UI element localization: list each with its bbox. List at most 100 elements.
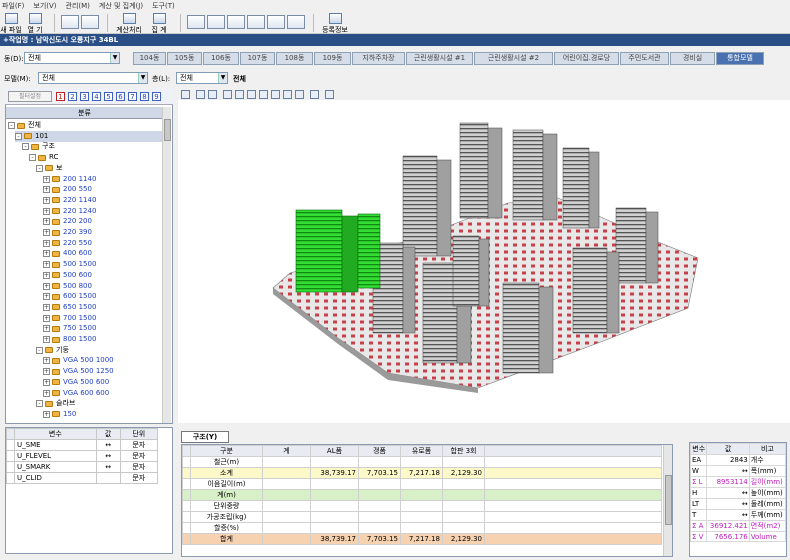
level-button[interactable]: 3 — [80, 91, 89, 101]
table-row[interactable]: 계(m) — [182, 489, 662, 501]
table-row[interactable]: 가공조립(kg) — [182, 511, 662, 523]
tree-item[interactable]: +500 600 — [43, 270, 162, 281]
new-file-button[interactable]: 새 파일 — [0, 12, 22, 35]
view-cube-icon[interactable] — [259, 89, 268, 99]
collapse-icon[interactable]: - — [15, 132, 22, 140]
tab-building[interactable]: 109동 — [314, 52, 351, 65]
tree-item[interactable]: +220 390 — [43, 227, 162, 238]
tab-building[interactable]: 106동 — [203, 52, 239, 65]
collapse-icon[interactable]: - — [8, 122, 15, 129]
menu-calc[interactable]: 계산 및 집계(J) — [99, 1, 143, 11]
table-row[interactable]: 단위중량 — [182, 500, 662, 512]
expand-icon[interactable]: + — [43, 314, 50, 322]
table-row[interactable]: EA 2843 개수 — [689, 454, 787, 466]
table-row[interactable]: 소계 38,739.17 7,703.15 7,217.18 2,129.30 — [182, 467, 662, 479]
pan-icon[interactable] — [208, 89, 217, 99]
tab-building[interactable]: 근린생활시설 #2 — [474, 52, 553, 65]
expand-icon[interactable]: + — [43, 293, 50, 301]
view-cube-icon[interactable] — [247, 89, 256, 99]
level-button[interactable]: 4 — [92, 91, 101, 101]
expand-icon[interactable]: + — [43, 271, 50, 279]
tree-item[interactable]: +500 1500 — [43, 259, 162, 270]
tree-item[interactable]: - 슬라브 — [36, 398, 162, 409]
building-select[interactable]: 전체 ▼ — [24, 52, 120, 64]
tab-building[interactable]: 지하주차장 — [352, 52, 405, 65]
tab-building[interactable]: 통합모델 — [716, 52, 764, 65]
tree-item[interactable]: +220 1240 — [43, 206, 162, 217]
table-row[interactable]: 합계 38,739.17 7,703.15 7,217.18 2,129.30 — [182, 533, 662, 545]
tab-building[interactable]: 주민도서관 — [620, 52, 669, 65]
tree-item[interactable]: + VGA 500 600 — [43, 377, 162, 388]
table-row[interactable]: 철근(m) — [182, 456, 662, 468]
expand-icon[interactable]: + — [43, 389, 50, 397]
collapse-icon[interactable]: - — [29, 154, 36, 162]
tree-item[interactable]: +200 1140 — [43, 174, 162, 185]
table-row[interactable]: 할증(%) — [182, 522, 662, 534]
tab-building[interactable]: 105동 — [167, 52, 202, 65]
tab-building[interactable]: 107동 — [240, 52, 275, 65]
level-button[interactable]: 7 — [128, 91, 137, 101]
menu-view[interactable]: 보기(V) — [33, 1, 56, 11]
tree-item[interactable]: +750 1500 — [43, 323, 162, 334]
3d-viewport[interactable] — [178, 88, 790, 423]
report-icon[interactable] — [187, 15, 205, 29]
expand-icon[interactable]: + — [43, 207, 50, 215]
level-button[interactable]: 2 — [68, 91, 77, 101]
table-row[interactable]: W ↔ 폭(mm) — [689, 465, 787, 477]
register-button[interactable]: 등록정보 — [320, 12, 350, 35]
scroll-thumb[interactable] — [665, 475, 672, 525]
expand-icon[interactable]: + — [43, 186, 50, 194]
report-icon[interactable] — [247, 15, 265, 29]
tree-item[interactable]: +150 — [43, 409, 162, 420]
tree-item[interactable]: + VGA 600 600 — [43, 388, 162, 399]
level-button[interactable]: 6 — [116, 91, 125, 101]
tree-item[interactable]: +220 550 — [43, 238, 162, 249]
tab-structure[interactable]: 구조(Y) — [181, 431, 229, 443]
list-icon[interactable] — [310, 89, 319, 99]
expand-icon[interactable]: + — [43, 196, 50, 204]
table-row[interactable]: Σ A 36912.421 면적(m2) — [689, 520, 787, 532]
tab-building[interactable]: 108동 — [276, 52, 313, 65]
open-button[interactable]: 열 기 — [24, 12, 46, 35]
expand-icon[interactable]: + — [43, 303, 50, 311]
menu-tools[interactable]: 도구(T) — [152, 1, 175, 11]
table-row[interactable]: U_SME ↔ 문자 — [6, 439, 159, 451]
expand-icon[interactable]: + — [43, 378, 50, 386]
table-row[interactable]: Σ L 8953114 길이(mm) — [689, 476, 787, 488]
zoom-icon[interactable] — [61, 15, 79, 29]
expand-icon[interactable]: + — [43, 410, 50, 418]
tree-item[interactable]: +800 1500 — [43, 334, 162, 345]
search-icon[interactable] — [81, 15, 99, 29]
expand-icon[interactable]: + — [43, 261, 50, 269]
view-cube-icon[interactable] — [295, 89, 304, 99]
expand-icon[interactable]: + — [43, 368, 50, 376]
table-row[interactable]: Σ V 7656.176 Volume — [689, 530, 787, 543]
aggregate-button[interactable]: 집 계 — [146, 12, 172, 35]
tree-item[interactable]: +650 1500 — [43, 302, 162, 313]
level-button[interactable]: 9 — [152, 91, 161, 101]
tree-item[interactable]: - 101 — [15, 130, 162, 142]
calc-button[interactable]: 계산처리 — [114, 12, 144, 35]
expand-icon[interactable]: + — [43, 282, 50, 290]
tree-item[interactable]: +500 800 — [43, 281, 162, 292]
table-row[interactable]: LT ↔ 둘레(mm) — [689, 498, 787, 510]
report-icon[interactable] — [267, 15, 285, 29]
expand-icon[interactable]: + — [43, 229, 50, 236]
collapse-icon[interactable]: - — [36, 400, 43, 408]
expand-icon[interactable]: + — [43, 336, 50, 343]
table-row[interactable]: U_CLID 문자 — [6, 472, 159, 484]
level-button[interactable]: 5 — [104, 91, 113, 101]
tree-item[interactable]: +600 1500 — [43, 291, 162, 302]
tree-item[interactable]: +220 200 — [43, 216, 162, 227]
table-row[interactable]: 이음길이(m) — [182, 478, 662, 490]
tab-building[interactable]: 어린이집.경로당 — [554, 52, 619, 65]
tree-item[interactable]: - 기둥 — [36, 345, 162, 356]
tree-item[interactable]: +400 600 — [43, 248, 162, 259]
tree-item[interactable]: -보 — [36, 163, 162, 174]
report-icon[interactable] — [207, 15, 225, 29]
tree-item[interactable]: +200 550 — [43, 184, 162, 195]
floor-select[interactable]: 전체 ▼ — [176, 72, 228, 84]
filter-button[interactable]: 필터설정 — [8, 90, 52, 102]
table-row[interactable]: H ↔ 높이(mm) — [689, 487, 787, 499]
tree-item[interactable]: - RC — [29, 152, 162, 163]
